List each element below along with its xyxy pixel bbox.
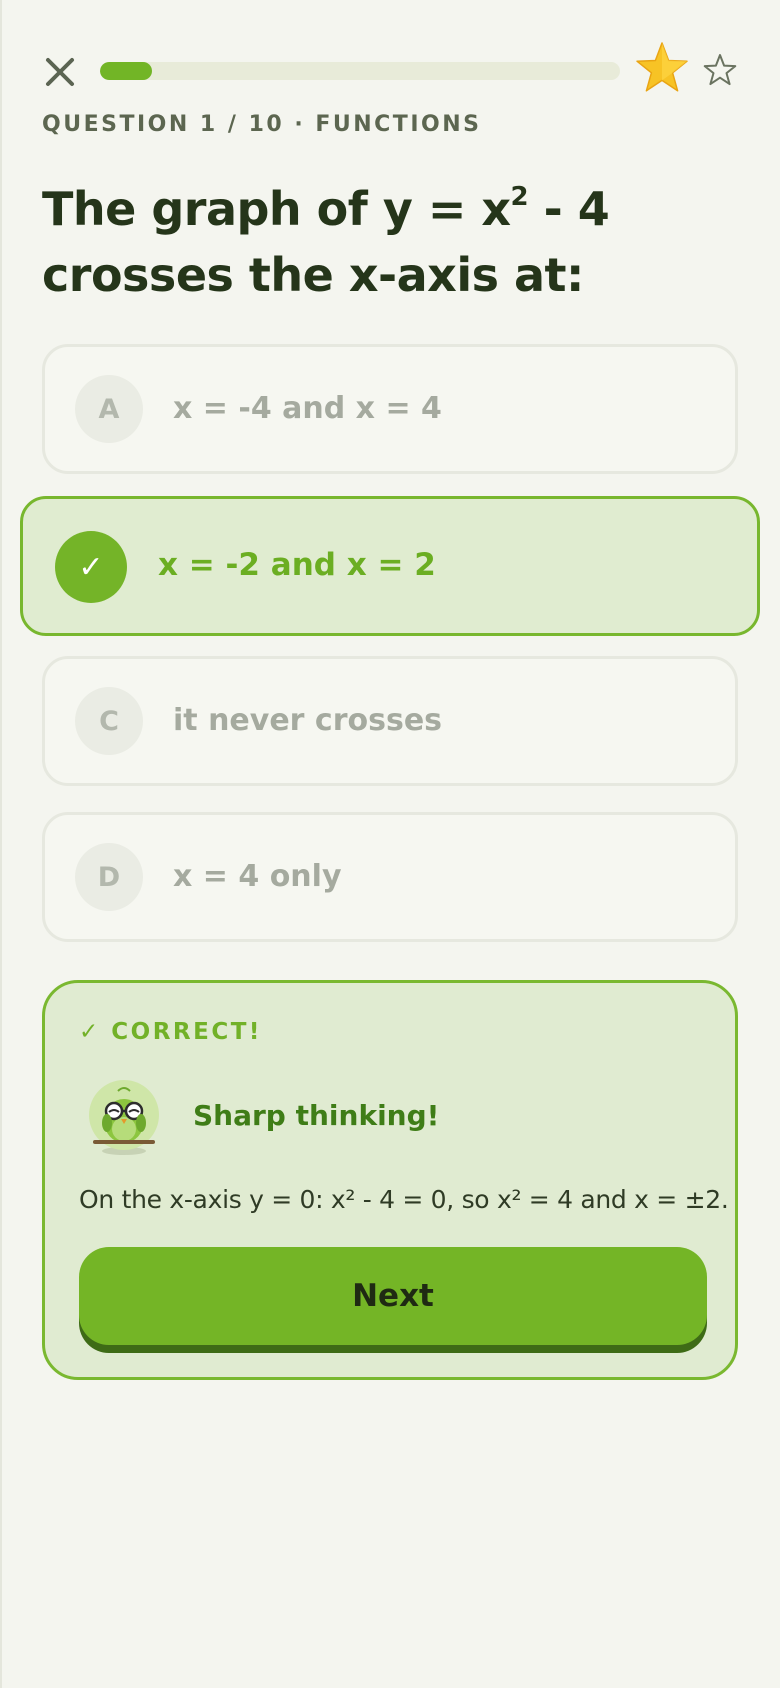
feedback-explanation: On the x-axis y = 0: x² - 4 = 0, so x² =…: [79, 1185, 729, 1214]
close-icon: [46, 58, 74, 86]
feedback-headline: Sharp thinking!: [193, 1099, 440, 1132]
option-letter-badge: D: [75, 843, 143, 911]
option-label: x = -4 and x = 4: [173, 391, 442, 426]
owl-mascot-icon: [89, 1080, 159, 1155]
answer-option-c[interactable]: C it never crosses: [42, 656, 738, 786]
option-letter-badge: C: [75, 687, 143, 755]
option-label: x = -2 and x = 2: [158, 547, 436, 583]
question-title-start: The graph of y = x: [42, 182, 511, 236]
option-letter-badge: A: [75, 375, 143, 443]
close-button[interactable]: [40, 52, 80, 92]
question-title: The graph of y = x2 - 4 crosses the x-ax…: [42, 176, 752, 308]
star-filled-icon: [636, 42, 688, 92]
check-icon: ✓: [55, 531, 127, 603]
star-outline-icon[interactable]: [702, 52, 738, 88]
option-label: x = 4 only: [173, 859, 342, 894]
page-edge: [0, 0, 2, 1688]
progress-bar: [100, 62, 620, 80]
progress-fill: [100, 62, 152, 80]
answer-option-b-selected[interactable]: ✓ x = -2 and x = 2: [20, 496, 760, 636]
answer-option-d[interactable]: D x = 4 only: [42, 812, 738, 942]
option-label: it never crosses: [173, 703, 443, 738]
next-button[interactable]: Next: [79, 1247, 707, 1345]
feedback-status: ✓ CORRECT!: [79, 1019, 262, 1045]
question-title-exponent: 2: [510, 181, 529, 212]
question-counter: QUESTION 1 / 10 · FUNCTIONS: [42, 112, 482, 137]
answer-option-a[interactable]: A x = -4 and x = 4: [42, 344, 738, 474]
feedback-panel: ✓ CORRECT! Sharp thinking! On the x-axis…: [42, 980, 738, 1380]
